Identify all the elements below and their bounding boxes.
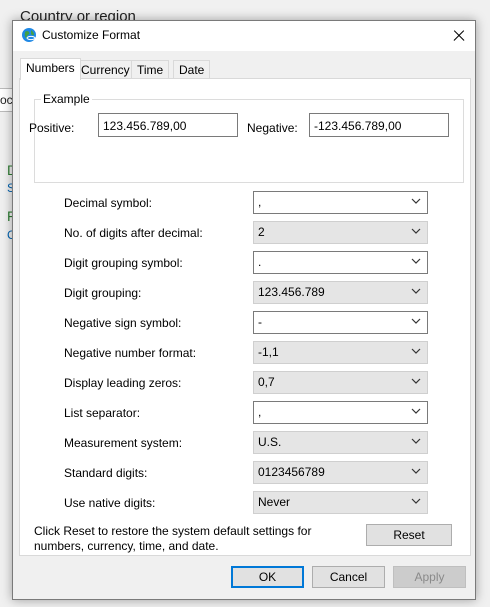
digit-grouping-label: Digit grouping: <box>64 286 142 300</box>
use-native-digits-label: Use native digits: <box>64 496 156 510</box>
close-icon[interactable] <box>441 21 475 51</box>
cancel-button[interactable]: Cancel <box>312 566 385 588</box>
negative-sign-symbol-value: - <box>258 315 262 329</box>
negative-number-format-label: Negative number format: <box>64 346 197 360</box>
measurement-system-label: Measurement system: <box>64 436 183 450</box>
use-native-digits-value: Never <box>258 495 291 509</box>
globe-icon <box>22 28 36 42</box>
chevron-down-icon <box>411 288 421 294</box>
standard-digits-value: 0123456789 <box>258 465 325 479</box>
list-separator-value: , <box>258 405 262 419</box>
display-leading-zeros-value: 0,7 <box>258 375 275 389</box>
chevron-down-icon <box>411 348 421 354</box>
negative-example-field: -123.456.789,00 <box>309 113 449 137</box>
example-group: Example Positive: 123.456.789,00 Negativ… <box>29 92 464 183</box>
display-leading-zeros-dropdown[interactable]: 0,7 <box>253 371 428 394</box>
apply-button[interactable]: Apply <box>393 566 466 588</box>
positive-example-field: 123.456.789,00 <box>98 113 238 137</box>
tab-currency[interactable]: Currency <box>75 60 136 79</box>
numbers-panel: Example Positive: 123.456.789,00 Negativ… <box>19 78 471 556</box>
chevron-down-icon <box>411 438 421 444</box>
list-separator-combo[interactable]: , <box>253 401 428 424</box>
dialog-title: Customize Format <box>42 28 141 42</box>
use-native-digits-dropdown[interactable]: Never <box>253 491 428 514</box>
chevron-down-icon <box>411 318 421 324</box>
customize-format-dialog: Customize Format Numbers Currency Time D… <box>12 20 476 600</box>
chevron-down-icon <box>411 468 421 474</box>
chevron-down-icon <box>411 408 421 414</box>
standard-digits-dropdown[interactable]: 0123456789 <box>253 461 428 484</box>
decimal-symbol-value: , <box>258 195 262 209</box>
parent-field-text: oc <box>0 93 13 107</box>
list-separator-label: List separator: <box>64 406 141 420</box>
decimal-symbol-combo[interactable]: , <box>253 191 428 214</box>
chevron-down-icon <box>411 498 421 504</box>
digit-grouping-value: 123.456.789 <box>258 285 325 299</box>
digit-grouping-dropdown[interactable]: 123.456.789 <box>253 281 428 304</box>
standard-digits-label: Standard digits: <box>64 466 148 480</box>
chevron-down-icon <box>411 258 421 264</box>
digits-after-decimal-label: No. of digits after decimal: <box>64 226 203 240</box>
tab-numbers[interactable]: Numbers <box>20 58 81 80</box>
negative-number-format-value: -1,1 <box>258 345 279 359</box>
reset-button[interactable]: Reset <box>366 524 452 546</box>
parent-field: oc <box>0 88 13 112</box>
ok-button[interactable]: OK <box>231 566 304 588</box>
positive-label: Positive: <box>29 121 75 135</box>
decimal-symbol-label: Decimal symbol: <box>64 196 153 210</box>
digits-after-decimal-value: 2 <box>258 225 265 239</box>
digits-after-decimal-dropdown[interactable]: 2 <box>253 221 428 244</box>
negative-sign-symbol-label: Negative sign symbol: <box>64 316 182 330</box>
tab-date[interactable]: Date <box>173 60 211 79</box>
chevron-down-icon <box>411 378 421 384</box>
digit-grouping-symbol-value: . <box>258 255 262 269</box>
negative-number-format-dropdown[interactable]: -1,1 <box>253 341 428 364</box>
chevron-down-icon <box>411 228 421 234</box>
display-leading-zeros-label: Display leading zeros: <box>64 376 182 390</box>
negative-sign-symbol-combo[interactable]: - <box>253 311 428 334</box>
tab-time[interactable]: Time <box>131 60 170 79</box>
chevron-down-icon <box>411 198 421 204</box>
measurement-system-value: U.S. <box>258 435 282 449</box>
title-bar[interactable]: Customize Format <box>13 21 475 51</box>
negative-label: Negative: <box>247 121 298 135</box>
reset-info-text: Click Reset to restore the system defaul… <box>34 524 312 553</box>
digit-grouping-symbol-combo[interactable]: . <box>253 251 428 274</box>
digit-grouping-symbol-label: Digit grouping symbol: <box>64 256 183 270</box>
example-label: Example <box>41 92 92 106</box>
measurement-system-dropdown[interactable]: U.S. <box>253 431 428 454</box>
